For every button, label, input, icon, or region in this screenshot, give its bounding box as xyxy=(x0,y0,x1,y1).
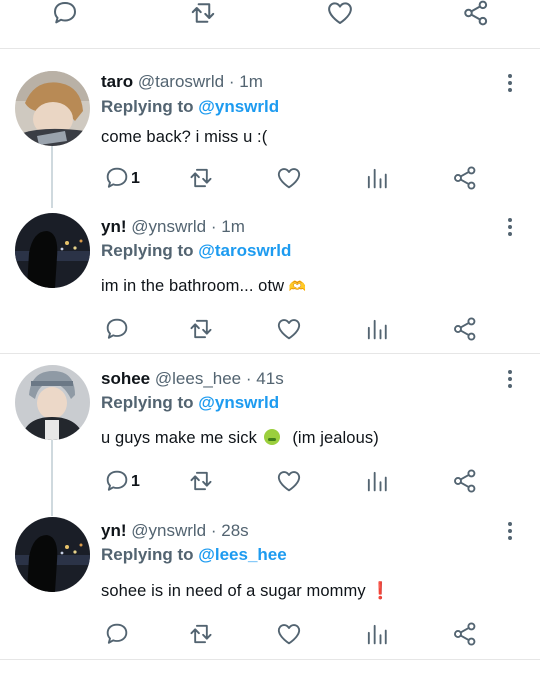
share-icon[interactable] xyxy=(459,0,493,28)
tweet-text: u guys make me sick (im jealous) xyxy=(101,429,379,448)
handle[interactable]: @ynswrld xyxy=(131,217,206,236)
like-icon[interactable] xyxy=(272,315,306,343)
replying-to: Replying to @lees_hee xyxy=(101,545,287,565)
retweet-icon[interactable] xyxy=(186,0,220,28)
reply-icon[interactable] xyxy=(100,467,134,495)
retweet-icon[interactable] xyxy=(184,164,218,192)
nauseated-face-emoji xyxy=(263,429,280,445)
timestamp[interactable]: 1m xyxy=(221,217,245,236)
tweet-text: im in the bathroom... otw 🫶 xyxy=(101,277,306,296)
tweet-header: sohee @lees_hee · 41s xyxy=(101,369,284,389)
mention-link[interactable]: @taroswrld xyxy=(198,241,291,260)
display-name[interactable]: yn! xyxy=(101,521,127,540)
retweet-icon[interactable] xyxy=(184,620,218,648)
avatar[interactable] xyxy=(15,365,90,440)
more-icon[interactable] xyxy=(503,72,517,94)
tweet-text-content: sohee is in need of a sugar mommy xyxy=(101,582,366,600)
share-icon[interactable] xyxy=(448,315,482,343)
tweet-text-content: u guys make me sick xyxy=(101,429,257,447)
divider xyxy=(0,659,540,660)
timestamp[interactable]: 41s xyxy=(256,369,283,388)
tweet-text-aside: (im jealous) xyxy=(292,429,379,447)
replying-to-label: Replying to xyxy=(101,545,194,564)
mention-link[interactable]: @ynswrld xyxy=(198,393,279,412)
avatar[interactable] xyxy=(15,213,90,288)
avatar[interactable] xyxy=(15,71,90,146)
like-icon[interactable] xyxy=(272,467,306,495)
reply-count: 1 xyxy=(131,473,140,490)
share-icon[interactable] xyxy=(448,620,482,648)
mention-link[interactable]: @lees_hee xyxy=(198,545,286,564)
display-name[interactable]: yn! xyxy=(101,217,127,236)
like-icon[interactable] xyxy=(272,164,306,192)
timestamp[interactable]: 1m xyxy=(239,72,263,91)
more-icon[interactable] xyxy=(503,216,517,238)
tweet-header: yn! @ynswrld · 28s xyxy=(101,521,249,541)
reply-icon[interactable] xyxy=(100,164,134,192)
replying-to: Replying to @taroswrld xyxy=(101,241,291,261)
heart-hands-emoji: 🫶 xyxy=(288,278,307,294)
reply-count: 1 xyxy=(131,170,140,187)
exclamation-emoji: ❗ xyxy=(370,582,392,600)
reply-icon[interactable] xyxy=(48,0,82,28)
views-icon[interactable] xyxy=(360,620,394,648)
tweet-text: sohee is in need of a sugar mommy ❗ xyxy=(101,582,391,601)
divider xyxy=(0,353,540,354)
display-name[interactable]: taro xyxy=(101,72,133,91)
separator: · xyxy=(210,217,217,236)
handle[interactable]: @ynswrld xyxy=(131,521,206,540)
replying-to-label: Replying to xyxy=(101,393,194,412)
views-icon[interactable] xyxy=(360,315,394,343)
share-icon[interactable] xyxy=(448,164,482,192)
thread-line xyxy=(51,146,53,208)
replying-to: Replying to @ynswrld xyxy=(101,97,279,117)
tweet-text: come back? i miss u :( xyxy=(101,128,268,146)
reply-icon[interactable] xyxy=(100,620,134,648)
top-action-bar xyxy=(0,0,540,49)
handle[interactable]: @taroswrld xyxy=(138,72,224,91)
separator: · xyxy=(228,72,235,91)
more-icon[interactable] xyxy=(503,368,517,390)
handle[interactable]: @lees_hee xyxy=(155,369,241,388)
retweet-icon[interactable] xyxy=(184,467,218,495)
separator: · xyxy=(245,369,252,388)
replying-to: Replying to @ynswrld xyxy=(101,393,279,413)
display-name[interactable]: sohee xyxy=(101,369,150,388)
timestamp[interactable]: 28s xyxy=(221,521,248,540)
more-icon[interactable] xyxy=(503,520,517,542)
tweet-text-content: im in the bathroom... otw xyxy=(101,277,285,295)
avatar[interactable] xyxy=(15,517,90,592)
like-icon[interactable] xyxy=(272,620,306,648)
retweet-icon[interactable] xyxy=(184,315,218,343)
tweet-header: taro @taroswrld · 1m xyxy=(101,72,263,92)
views-icon[interactable] xyxy=(360,467,394,495)
share-icon[interactable] xyxy=(448,467,482,495)
views-icon[interactable] xyxy=(360,164,394,192)
mention-link[interactable]: @ynswrld xyxy=(198,97,279,116)
replying-to-label: Replying to xyxy=(101,97,194,116)
replying-to-label: Replying to xyxy=(101,241,194,260)
tweet-header: yn! @ynswrld · 1m xyxy=(101,217,245,237)
like-icon[interactable] xyxy=(323,0,357,28)
separator: · xyxy=(210,521,217,540)
reply-icon[interactable] xyxy=(100,315,134,343)
thread-line xyxy=(51,440,53,516)
